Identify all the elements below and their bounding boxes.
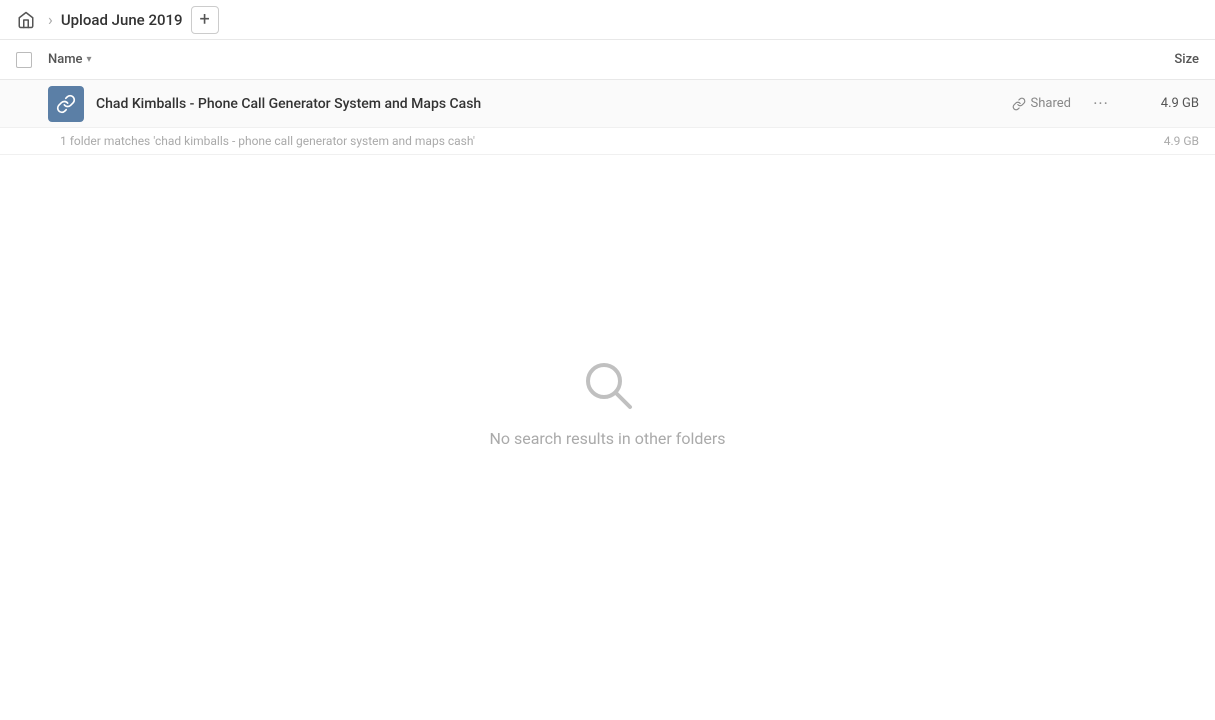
more-options-button[interactable]: ···: [1087, 90, 1115, 118]
matches-hint-row: 1 folder matches 'chad kimballs - phone …: [0, 128, 1215, 155]
shared-label: Shared: [1031, 96, 1071, 111]
no-results-search-icon: [578, 355, 638, 415]
shared-badge: Shared: [1012, 96, 1071, 111]
empty-state: No search results in other folders: [0, 355, 1215, 448]
no-results-message: No search results in other folders: [489, 429, 725, 448]
sort-arrow-icon: ▾: [87, 54, 92, 65]
header-bar: › Upload June 2019 +: [0, 0, 1215, 40]
home-button[interactable]: [12, 6, 40, 34]
breadcrumb-title: Upload June 2019: [61, 11, 183, 29]
size-column-header: Size: [1119, 52, 1199, 67]
link-icon: [1012, 97, 1026, 111]
file-size-label: 4.9 GB: [1139, 96, 1199, 111]
select-all-checkbox-col: [16, 52, 48, 68]
folder-link-icon: [48, 86, 84, 122]
name-column-label: Name: [48, 52, 83, 67]
breadcrumb-separator: ›: [48, 10, 53, 29]
select-all-checkbox[interactable]: [16, 52, 32, 68]
more-options-icon: ···: [1093, 94, 1109, 113]
matches-hint-text: 1 folder matches 'chad kimballs - phone …: [60, 134, 1139, 148]
table-header: Name ▾ Size: [0, 40, 1215, 80]
file-name-label: Chad Kimballs - Phone Call Generator Sys…: [96, 96, 1012, 112]
add-button[interactable]: +: [191, 6, 219, 34]
matches-hint-size: 4.9 GB: [1139, 134, 1199, 148]
name-column-header[interactable]: Name ▾: [48, 52, 1119, 67]
file-list-row[interactable]: Chad Kimballs - Phone Call Generator Sys…: [0, 80, 1215, 128]
